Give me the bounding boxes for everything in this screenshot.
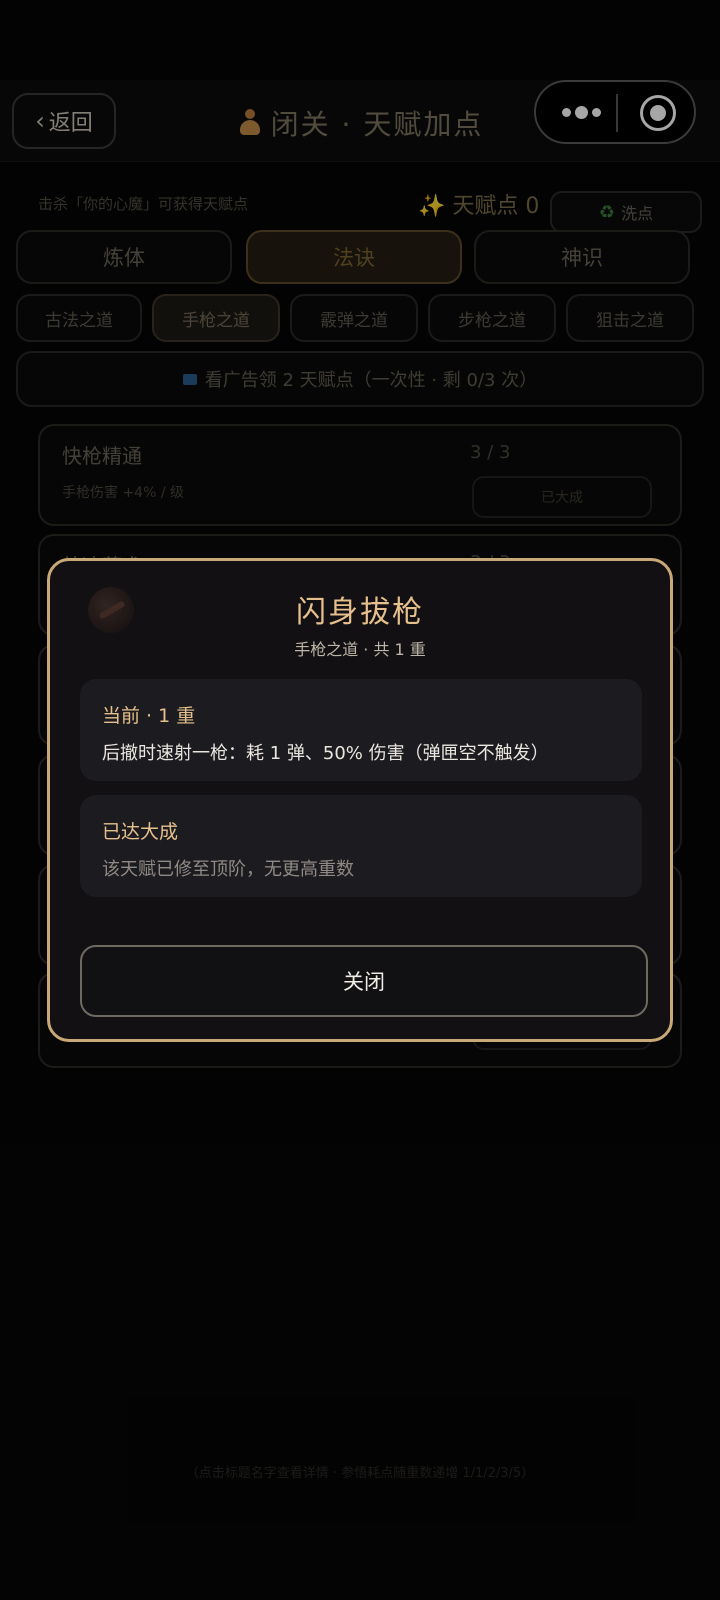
current-level-box: 当前 · 1 重 后撤时速射一枪：耗 1 弹、50% 伤害（弹匣空不触发） [80,679,642,781]
current-level-text: 后撤时速射一枪：耗 1 弹、50% 伤害（弹匣空不触发） [102,743,549,764]
current-level-heading: 当前 · 1 重 [102,705,196,727]
modal-subtitle: 手枪之道 · 共 1 重 [294,640,426,659]
modal-title: 闪身拔枪 [296,595,424,630]
close-button[interactable]: 关闭 [80,945,648,1017]
talent-detail-modal: 闪身拔枪 手枪之道 · 共 1 重 当前 · 1 重 后撤时速射一枪：耗 1 弹… [47,558,673,1042]
max-level-box: 已达大成 该天赋已修至顶阶，无更高重数 [80,795,642,897]
max-level-heading: 已达大成 [102,821,179,843]
max-level-text: 该天赋已修至顶阶，无更高重数 [102,859,354,880]
